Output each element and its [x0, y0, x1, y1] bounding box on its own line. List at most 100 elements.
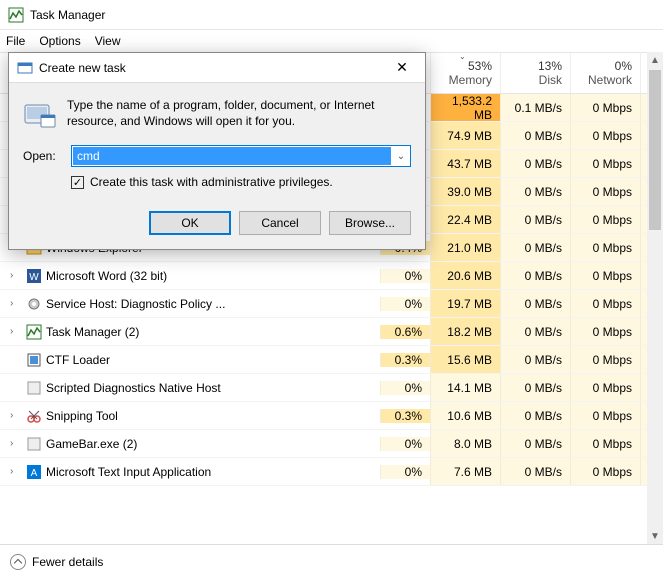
dialog-close-button[interactable]: ✕ [387, 59, 417, 76]
expander-icon[interactable]: › [10, 326, 22, 337]
process-name: Snipping Tool [46, 409, 118, 423]
column-memory-pct: 53% [431, 59, 492, 73]
ctf-icon [26, 352, 42, 368]
network-cell: 0 Mbps [570, 94, 640, 121]
process-name: Microsoft Word (32 bit) [46, 269, 167, 283]
disk-cell: 0 MB/s [500, 262, 570, 289]
network-cell: 0 Mbps [570, 458, 640, 485]
snip-icon [26, 408, 42, 424]
process-name: Service Host: Diagnostic Policy ... [46, 297, 225, 311]
expander-icon[interactable]: › [10, 466, 22, 477]
open-input[interactable] [73, 147, 391, 165]
table-row[interactable]: ›Snipping Tool0.3%10.6 MB0 MB/s0 MbpsV [0, 402, 663, 430]
ok-button[interactable]: OK [149, 211, 231, 235]
process-name-cell: ›GameBar.exe (2)0% [0, 436, 430, 452]
taskmanager-icon [8, 7, 24, 23]
table-row[interactable]: ›WMicrosoft Word (32 bit)0%20.6 MB0 MB/s… [0, 262, 663, 290]
process-name-cell: ›Task Manager (2)0.6% [0, 324, 430, 340]
network-cell: 0 Mbps [570, 374, 640, 401]
cpu-cell: 0.6% [380, 325, 430, 339]
menu-file[interactable]: File [6, 34, 25, 48]
table-row[interactable]: ›GameBar.exe (2)0%8.0 MB0 MB/s0 MbpsV [0, 430, 663, 458]
memory-cell: 39.0 MB [430, 178, 500, 205]
menu-view[interactable]: View [95, 34, 121, 48]
scroll-down-icon[interactable]: ▼ [647, 528, 663, 544]
network-cell: 0 Mbps [570, 122, 640, 149]
browse-button[interactable]: Browse... [329, 211, 411, 235]
run-program-icon [23, 97, 57, 131]
expander-icon[interactable]: › [10, 438, 22, 449]
chevron-down-icon[interactable]: ⌄ [392, 151, 410, 162]
open-label: Open: [23, 149, 61, 163]
fewer-details-link[interactable]: Fewer details [32, 555, 103, 569]
cpu-cell: 0.3% [380, 409, 430, 423]
expander-icon[interactable]: › [10, 410, 22, 421]
memory-cell: 8.0 MB [430, 430, 500, 457]
column-disk-label: Disk [501, 73, 562, 87]
table-row[interactable]: ›Service Host: Diagnostic Policy ...0%19… [0, 290, 663, 318]
column-network[interactable]: 0% Network [570, 53, 640, 93]
svg-text:W: W [29, 272, 39, 283]
column-network-pct: 0% [571, 59, 632, 73]
disk-cell: 0 MB/s [500, 206, 570, 233]
tm-icon [26, 324, 42, 340]
disk-cell: 0 MB/s [500, 318, 570, 345]
network-cell: 0 Mbps [570, 346, 640, 373]
admin-checkbox-label: Create this task with administrative pri… [90, 175, 333, 189]
disk-cell: 0 MB/s [500, 402, 570, 429]
process-name: GameBar.exe (2) [46, 437, 137, 451]
cpu-cell: 0.3% [380, 353, 430, 367]
table-row[interactable]: Scripted Diagnostics Native Host0%14.1 M… [0, 374, 663, 402]
cancel-button[interactable]: Cancel [239, 211, 321, 235]
admin-checkbox[interactable]: ✓ [71, 176, 84, 189]
column-network-label: Network [571, 73, 632, 87]
memory-cell: 1,533.2 MB [430, 94, 500, 121]
network-cell: 0 Mbps [570, 150, 640, 177]
memory-cell: 43.7 MB [430, 150, 500, 177]
process-name-cell: Scripted Diagnostics Native Host0% [0, 380, 430, 396]
sort-descending-icon: ⌄ [459, 52, 466, 61]
memory-cell: 7.6 MB [430, 458, 500, 485]
column-disk[interactable]: 13% Disk [500, 53, 570, 93]
checkmark-icon: ✓ [73, 176, 82, 189]
window-titlebar: Task Manager [0, 0, 663, 30]
table-row[interactable]: ›AMicrosoft Text Input Application0%7.6 … [0, 458, 663, 486]
table-row[interactable]: ›Task Manager (2)0.6%18.2 MB0 MB/s0 Mbps… [0, 318, 663, 346]
disk-cell: 0 MB/s [500, 430, 570, 457]
scroll-up-icon[interactable]: ▲ [647, 52, 663, 68]
cpu-cell: 0% [380, 465, 430, 479]
browse-button-label: Browse... [345, 216, 395, 230]
disk-cell: 0 MB/s [500, 122, 570, 149]
process-name-cell: ›AMicrosoft Text Input Application0% [0, 464, 430, 480]
table-row[interactable]: CTF Loader0.3%15.6 MB0 MB/s0 MbpsV [0, 346, 663, 374]
dialog-titlebar: Create new task ✕ [9, 53, 425, 83]
vertical-scrollbar[interactable]: ▲ ▼ [647, 52, 663, 544]
network-cell: 0 Mbps [570, 402, 640, 429]
disk-cell: 0 MB/s [500, 150, 570, 177]
memory-cell: 20.6 MB [430, 262, 500, 289]
network-cell: 0 Mbps [570, 318, 640, 345]
text-icon: A [26, 464, 42, 480]
generic-icon [26, 436, 42, 452]
disk-cell: 0 MB/s [500, 234, 570, 261]
disk-cell: 0 MB/s [500, 458, 570, 485]
dialog-title: Create new task [39, 61, 387, 75]
menu-options[interactable]: Options [39, 34, 80, 48]
memory-cell: 15.6 MB [430, 346, 500, 373]
cpu-cell: 0% [380, 381, 430, 395]
scroll-thumb[interactable] [649, 70, 661, 230]
expander-icon[interactable]: › [10, 270, 22, 281]
footer: Fewer details [0, 544, 663, 578]
expander-icon[interactable]: › [10, 298, 22, 309]
gear-icon [26, 296, 42, 312]
run-dialog-icon [17, 60, 33, 76]
column-disk-pct: 13% [501, 59, 562, 73]
memory-cell: 10.6 MB [430, 402, 500, 429]
memory-cell: 14.1 MB [430, 374, 500, 401]
column-memory[interactable]: ⌄ 53% Memory [430, 53, 500, 93]
process-name: CTF Loader [46, 353, 110, 367]
open-combobox[interactable]: ⌄ [71, 145, 411, 167]
cpu-cell: 0% [380, 297, 430, 311]
fewer-details-icon[interactable] [10, 554, 26, 570]
disk-cell: 0 MB/s [500, 374, 570, 401]
